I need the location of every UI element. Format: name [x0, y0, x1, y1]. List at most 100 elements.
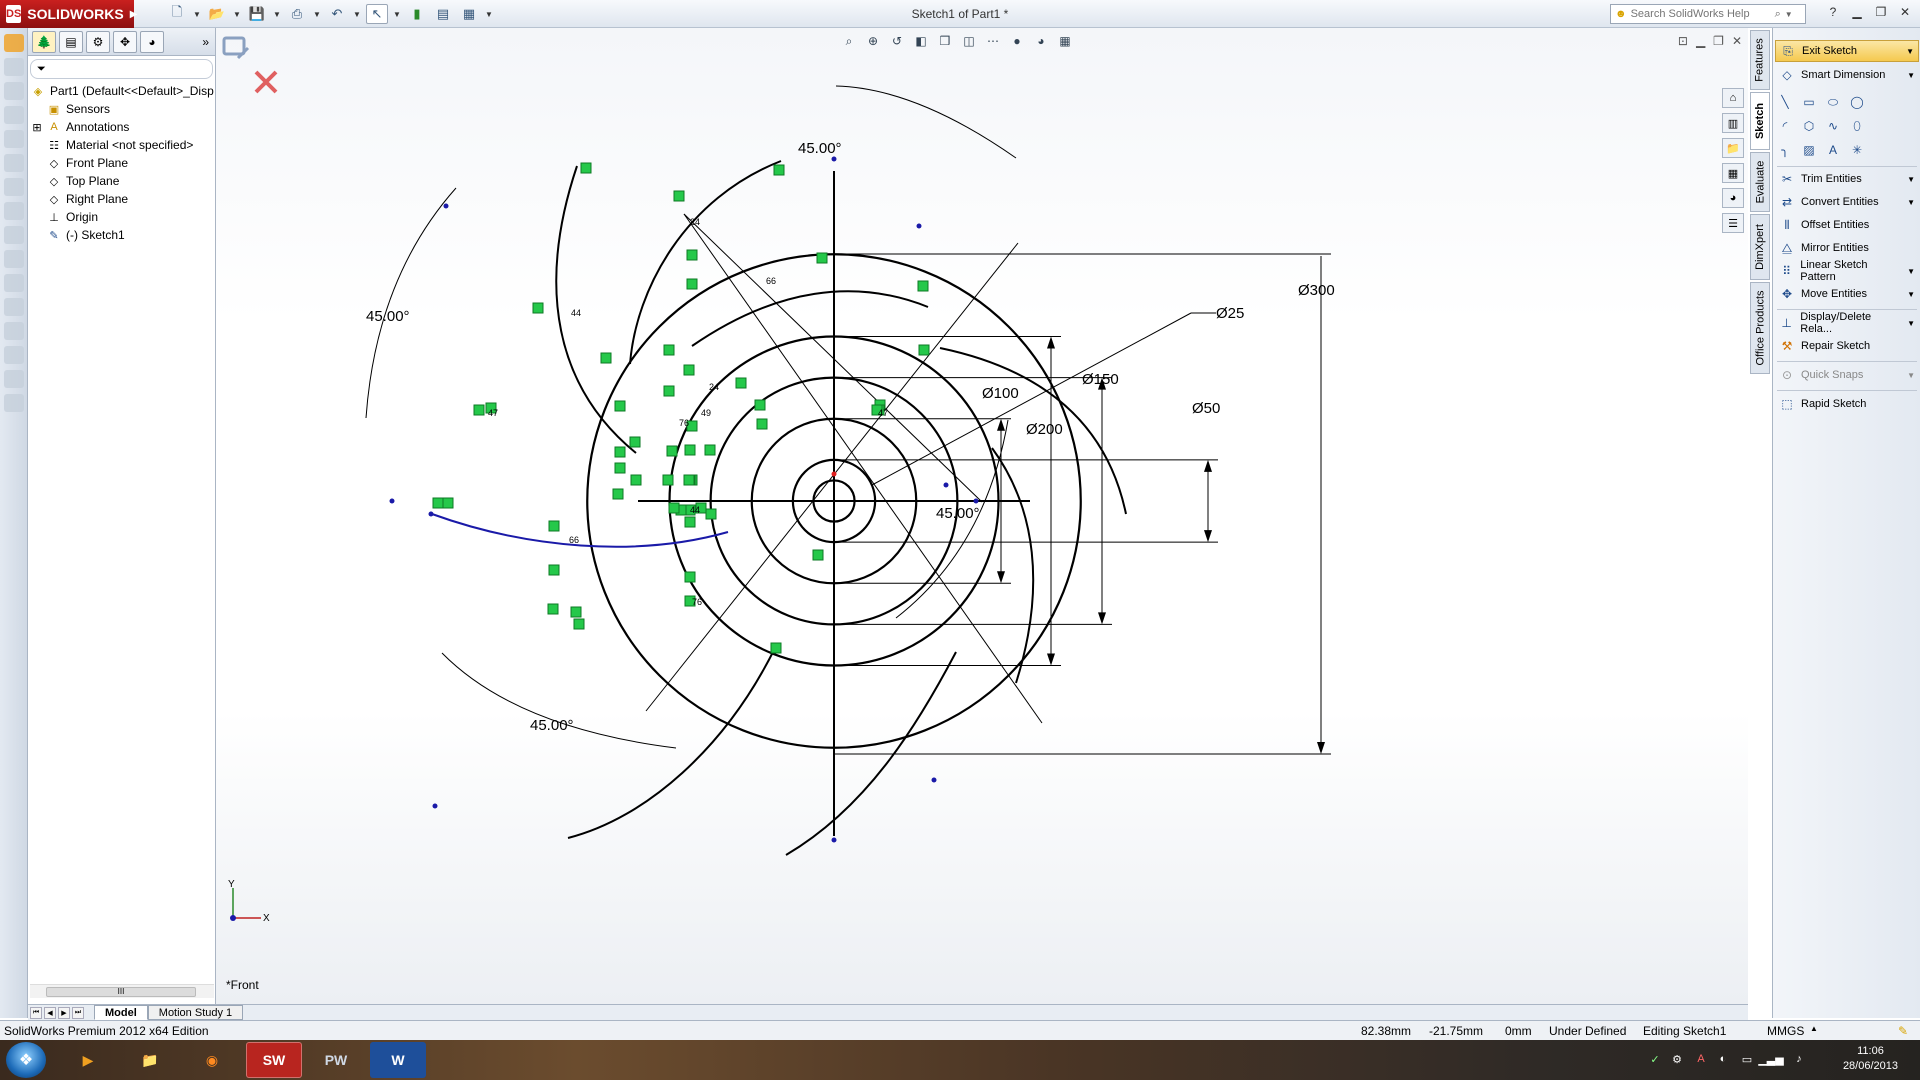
polygon-tool-icon[interactable]: ⬡: [1801, 118, 1817, 134]
relation-marker[interactable]: [663, 344, 675, 356]
sketch-endpoint[interactable]: [389, 498, 395, 504]
relation-marker[interactable]: [668, 502, 680, 514]
arc-tool-icon[interactable]: ◜: [1777, 118, 1793, 134]
chevron-down-icon[interactable]: ▼: [1907, 267, 1915, 276]
save-icon[interactable]: 💾: [246, 4, 268, 24]
relation-marker[interactable]: [432, 497, 444, 509]
relation-marker[interactable]: [917, 280, 929, 292]
system-clock[interactable]: 11:06 28/06/2013: [1843, 1044, 1898, 1074]
relation-marker[interactable]: [532, 302, 544, 314]
sketch-canvas[interactable]: Ø200 Ø150 Ø100 Ø50 Ø300 Ø25 45.00° 45.00° 45.00°…: [216, 28, 1748, 1004]
relation-marker[interactable]: [683, 364, 695, 376]
tool-icon[interactable]: [3, 130, 24, 148]
tree-item-right-plane[interactable]: ◇ Right Plane: [28, 190, 215, 208]
chevron-down-icon[interactable]: ▼: [272, 4, 282, 24]
next-tab-icon[interactable]: ▶: [58, 1006, 70, 1019]
close-icon[interactable]: ✕: [1896, 4, 1914, 20]
relation-tag-label[interactable]: 44: [571, 308, 581, 318]
display-manager-tab-icon[interactable]: ◕: [140, 30, 164, 53]
print-icon[interactable]: ⎙: [286, 4, 308, 24]
tool-icon[interactable]: [3, 370, 24, 388]
tab-motion-study-1[interactable]: Motion Study 1: [147, 1005, 244, 1020]
battery-icon[interactable]: ▭: [1740, 1052, 1754, 1066]
tool-icon[interactable]: [3, 202, 24, 220]
configuration-manager-tab-icon[interactable]: ⚙: [86, 30, 110, 53]
solidworks-menu-button[interactable]: DS SOLIDWORKS ▶: [0, 0, 137, 28]
line-tool-icon[interactable]: ╲: [1777, 94, 1793, 110]
options-icon[interactable]: ▦: [458, 4, 480, 24]
relation-marker[interactable]: [673, 190, 685, 202]
plane-tool-icon[interactable]: ▨: [1801, 142, 1817, 158]
quick-tips-icon[interactable]: ✎: [1898, 1024, 1908, 1038]
sketch-endpoint[interactable]: [428, 511, 434, 517]
tool-icon[interactable]: [3, 154, 24, 172]
angle-dimension-label[interactable]: 45.00°: [366, 308, 410, 325]
angle-dimension-arc[interactable]: [835, 85, 1017, 159]
dimension-label-d25[interactable]: Ø25: [1216, 305, 1244, 322]
tree-item-sketch1[interactable]: ✎ (-) Sketch1: [28, 226, 215, 244]
relation-marker[interactable]: [442, 497, 454, 509]
explorer-icon[interactable]: 📁: [122, 1042, 178, 1078]
tab-sketch[interactable]: Sketch: [1750, 92, 1770, 150]
relation-tag-label[interactable]: 47: [878, 408, 888, 418]
smart-dimension-button[interactable]: ◇ Smart Dimension ▼: [1775, 64, 1919, 86]
tab-office-products[interactable]: Office Products: [1750, 282, 1770, 374]
undo-icon[interactable]: ↶: [326, 4, 348, 24]
chevron-down-icon[interactable]: ▼: [1906, 47, 1914, 56]
home-icon[interactable]: ⌂: [1722, 88, 1744, 108]
chevron-down-icon[interactable]: ▼: [484, 4, 494, 24]
network-icon[interactable]: ▁▃▅: [1758, 1052, 1783, 1066]
relation-marker[interactable]: [614, 400, 626, 412]
sketch-endpoint[interactable]: [916, 223, 922, 229]
circle-tool-icon[interactable]: ◯: [1849, 94, 1865, 110]
spline-tool-icon[interactable]: ∿: [1825, 118, 1841, 134]
tree-root[interactable]: ◈ Part1 (Default<<Default>_Disp: [28, 82, 215, 100]
library-icon[interactable]: ▥: [1722, 113, 1744, 133]
chevron-down-icon[interactable]: ▼: [352, 4, 362, 24]
rapid-sketch-button[interactable]: ⬚ Rapid Sketch: [1775, 393, 1919, 415]
relation-marker[interactable]: [816, 252, 828, 264]
tool-icon[interactable]: [3, 394, 24, 412]
help-search[interactable]: ☻ ⌕ ▼: [1610, 4, 1806, 24]
triad-x-label[interactable]: X: [263, 913, 270, 924]
minimize-icon[interactable]: ▁: [1848, 4, 1866, 20]
relation-marker[interactable]: [600, 352, 612, 364]
relation-marker[interactable]: [548, 564, 560, 576]
triad-y-label[interactable]: Y: [228, 879, 235, 890]
convert-entities-button[interactable]: ⇄ Convert Entities ▼: [1775, 191, 1919, 213]
tool-icon[interactable]: [3, 274, 24, 292]
first-tab-icon[interactable]: ⏮: [30, 1006, 42, 1019]
chevron-down-icon[interactable]: ▼: [232, 4, 242, 24]
file-explorer-icon[interactable]: 📁: [1722, 138, 1744, 158]
move-entities-button[interactable]: ✥ Move Entities ▼: [1775, 283, 1919, 305]
linear-sketch-pattern-button[interactable]: ⠿ Linear Sketch Pattern ▼: [1775, 259, 1919, 283]
restore-icon[interactable]: ❐: [1872, 4, 1890, 20]
relation-marker[interactable]: [548, 520, 560, 532]
sketch-endpoint[interactable]: [973, 498, 979, 504]
impeller-blade-arc[interactable]: [431, 513, 729, 548]
relation-marker[interactable]: [705, 508, 717, 520]
help-menu-icon[interactable]: ?: [1824, 4, 1842, 20]
rectangle-tool-icon[interactable]: ▭: [1801, 94, 1817, 110]
chevron-down-icon[interactable]: ▼: [1907, 175, 1915, 184]
chevron-down-icon[interactable]: ▼: [1907, 371, 1915, 380]
chevron-down-icon[interactable]: ▼: [192, 4, 202, 24]
offset-entities-button[interactable]: ⫴ Offset Entities: [1775, 214, 1919, 236]
angle-dimension-arc[interactable]: [365, 187, 457, 419]
select-arrow-icon[interactable]: ↖: [366, 4, 388, 24]
media-player-icon[interactable]: ▶: [60, 1042, 116, 1078]
angle-dimension-label[interactable]: 45.00°: [530, 717, 574, 734]
start-button[interactable]: ❖: [6, 1042, 46, 1078]
open-folder-icon[interactable]: 📂: [206, 4, 228, 24]
sketch-endpoint[interactable]: [443, 203, 449, 209]
relation-marker[interactable]: [684, 571, 696, 583]
tool-icon[interactable]: [3, 298, 24, 316]
volume-icon[interactable]: ♪: [1792, 1052, 1806, 1066]
tool-icon[interactable]: [3, 226, 24, 244]
relation-marker[interactable]: [684, 516, 696, 528]
tab-evaluate[interactable]: Evaluate: [1750, 152, 1770, 212]
relation-tag-label[interactable]: 44: [690, 505, 700, 515]
relation-marker[interactable]: [773, 164, 785, 176]
rebuild-icon[interactable]: ▮: [406, 4, 428, 24]
tree-item-annotations[interactable]: ⊞ A Annotations: [28, 118, 215, 136]
